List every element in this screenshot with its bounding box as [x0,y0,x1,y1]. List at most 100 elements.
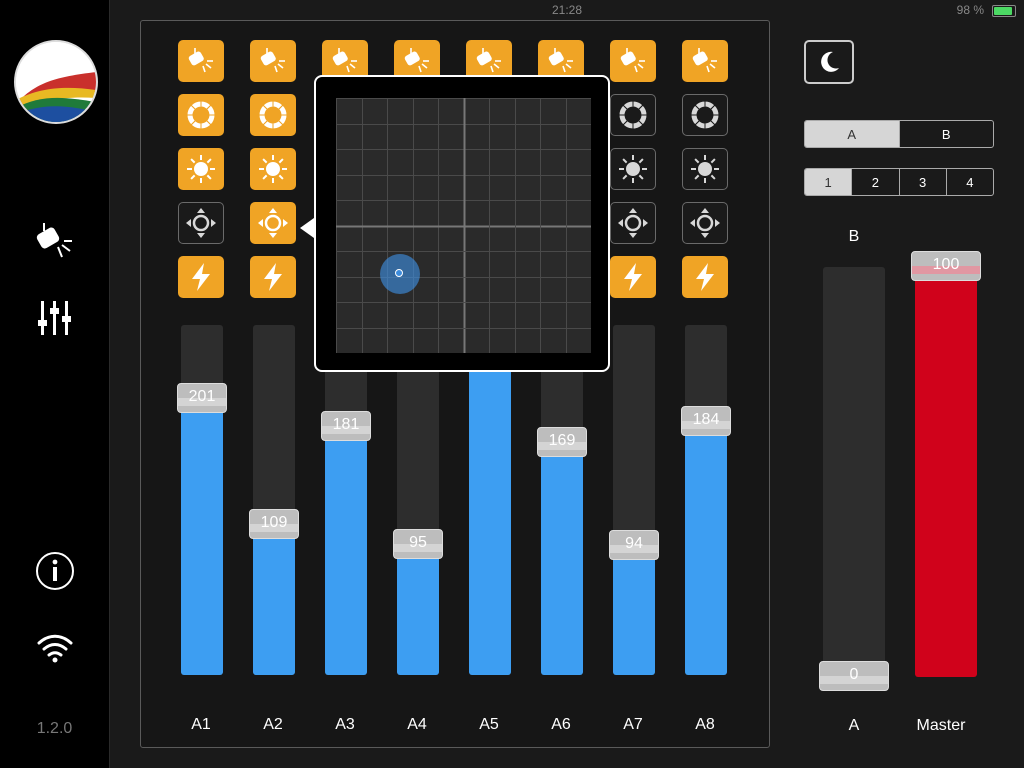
page-selector: 1234 [804,168,994,196]
crossfade-value: 0 [849,666,859,683]
ch5-fader[interactable] [469,325,511,675]
ch4-fader-knob[interactable]: 95 [393,529,443,559]
brightness-icon [617,153,649,185]
ch8-fader-knob[interactable]: 184 [681,406,731,436]
ch2-fader[interactable] [253,325,295,675]
spotlight-icon [402,46,432,76]
ch1-brightness-button[interactable] [178,148,224,190]
master-track[interactable] [915,267,977,677]
strobe-icon [691,262,719,292]
ch8-brightness-button[interactable] [682,148,728,190]
ch7-fader[interactable] [613,325,655,675]
color-wheel-icon [256,98,290,132]
sidebar: 1.2.0 [0,0,110,768]
info-icon[interactable] [33,549,77,593]
channel-label: A3 [335,716,355,733]
blackout-button[interactable] [804,40,854,84]
page-tab-2[interactable]: 2 [851,169,898,195]
fader-level [397,545,439,675]
ch1-color-wheel-button[interactable] [178,94,224,136]
fader-level [181,399,223,675]
wifi-icon[interactable] [33,625,77,669]
ch1-fader-knob[interactable]: 201 [177,383,227,413]
spotlight-icon [690,46,720,76]
ch4-fader[interactable] [397,325,439,675]
mixer-icon[interactable] [33,296,77,340]
ch8-fader[interactable] [685,325,727,675]
channel-label: A7 [623,716,643,733]
ch6-fader[interactable] [541,325,583,675]
status-time: 21:28 [551,3,583,17]
ch7-fader-knob[interactable]: 94 [609,530,659,560]
status-bar: 21:28 98 % [110,0,1024,20]
ch8-strobe-button[interactable] [682,256,728,298]
ch7-strobe-button[interactable] [610,256,656,298]
ch1-strobe-button[interactable] [178,256,224,298]
ch8-spotlight-button[interactable] [682,40,728,82]
brightness-icon [257,153,289,185]
fader-level [253,525,295,675]
battery-icon [992,5,1016,17]
ch1-pan-tilt-button[interactable] [178,202,224,244]
fader-value: 109 [260,514,288,531]
ch3-fader[interactable] [325,325,367,675]
crossfade-bottom-label: A [848,717,860,734]
ch2-fader-knob[interactable]: 109 [249,509,299,539]
pan-tilt-icon [256,206,290,240]
page-tab-1[interactable]: 1 [805,169,852,195]
page-tab-4[interactable]: 4 [945,169,993,195]
ch7-brightness-button[interactable] [610,148,656,190]
channel-label: A4 [407,716,427,733]
fader-level [325,427,367,675]
fader-value: 94 [625,535,643,552]
app-logo[interactable] [14,40,98,124]
ch3-fader-knob[interactable]: 181 [321,411,371,441]
scene-tab-1[interactable]: A [805,121,899,147]
fader-value: 181 [332,416,360,433]
fader-value: 95 [409,534,427,551]
channel-label: A6 [551,716,571,733]
ch2-strobe-button[interactable] [250,256,296,298]
ch7-pan-tilt-button[interactable] [610,202,656,244]
scene-selector: AB [804,120,994,148]
strobe-icon [619,262,647,292]
fader-level [469,325,511,675]
ch2-brightness-button[interactable] [250,148,296,190]
ch1-fader[interactable] [181,325,223,675]
moon-icon [821,51,839,72]
pan-tilt-icon [616,206,650,240]
master-value: 100 [932,256,960,273]
scene-tab-2[interactable]: B [898,121,994,147]
crossfade-track[interactable] [823,267,885,677]
ch2-spotlight-button[interactable] [250,40,296,82]
spotlight-icon [474,46,504,76]
ch8-pan-tilt-button[interactable] [682,202,728,244]
brightness-icon [689,153,721,185]
color-wheel-icon [184,98,218,132]
master-knob[interactable]: 100 [911,251,981,281]
ch7-color-wheel-button[interactable] [610,94,656,136]
crossfade-knob[interactable]: 0 [819,661,889,691]
color-wheel-icon [616,98,650,132]
ch1-spotlight-button[interactable] [178,40,224,82]
spotlight-icon [618,46,648,76]
master-label: Master [916,717,966,734]
ch2-pan-tilt-button[interactable] [250,202,296,244]
battery-percent: 98 % [956,3,984,17]
channel-label: A5 [479,716,499,733]
ch2-color-wheel-button[interactable] [250,94,296,136]
fader-value: 184 [692,411,720,428]
fader-value: 169 [548,432,576,449]
pan-tilt-popover [314,75,610,372]
ch8-color-wheel-button[interactable] [682,94,728,136]
spotlight-icon[interactable] [33,218,77,262]
fader-level [541,443,583,675]
spotlight-icon [330,46,360,76]
pan-tilt-handle[interactable] [380,254,420,294]
brightness-icon [185,153,217,185]
pan-tilt-pad[interactable] [336,98,591,353]
ch7-spotlight-button[interactable] [610,40,656,82]
page-tab-3[interactable]: 3 [898,169,946,195]
ch6-fader-knob[interactable]: 169 [537,427,587,457]
fader-level [685,422,727,675]
